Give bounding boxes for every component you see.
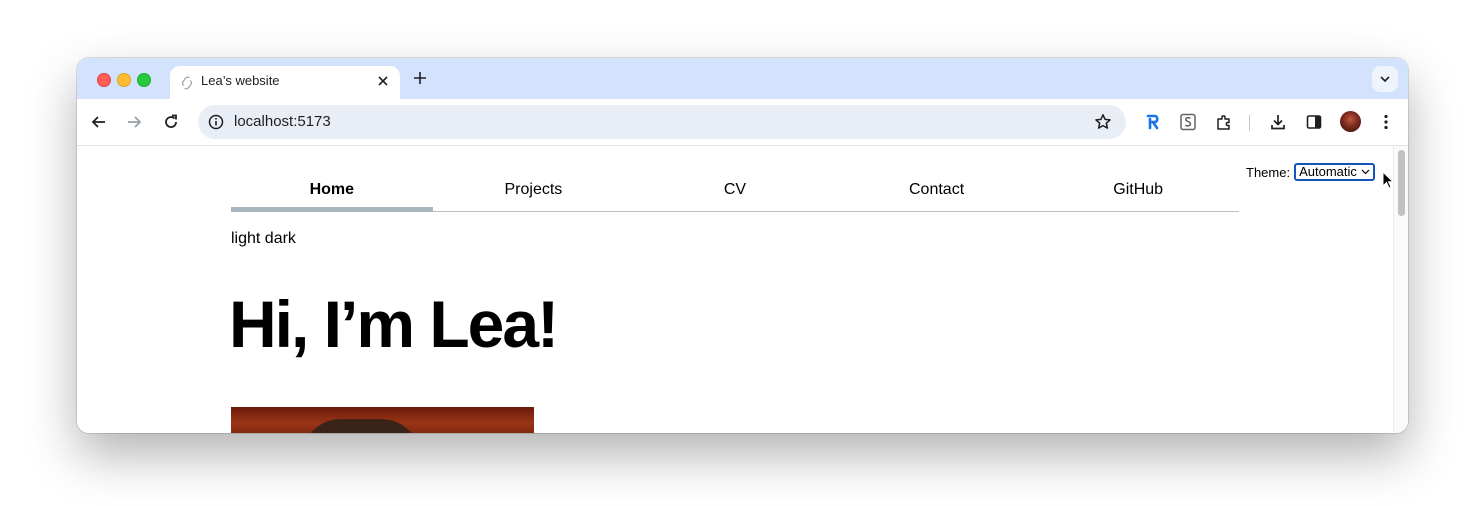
new-tab-icon[interactable]	[413, 71, 427, 85]
download-icon[interactable]	[1269, 113, 1287, 131]
nav-contact[interactable]: Contact	[836, 176, 1038, 211]
browser-toolbar: localhost:5173	[77, 99, 1408, 146]
menu-kebab-icon[interactable]	[1377, 113, 1395, 131]
tab-leas-website[interactable]: Lea’s website	[170, 66, 400, 99]
theme-switcher: Theme: Automatic	[1246, 163, 1375, 181]
site-info-icon[interactable]	[208, 114, 224, 130]
profile-avatar[interactable]	[1340, 111, 1361, 132]
address-bar[interactable]: localhost:5173	[198, 105, 1126, 139]
tab-strip: Lea’s website	[77, 58, 1408, 99]
nav-projects[interactable]: Projects	[433, 176, 635, 211]
extension-s-icon[interactable]	[1179, 113, 1197, 131]
scrollbar-thumb[interactable]	[1398, 150, 1405, 216]
extension-r-icon[interactable]	[1144, 113, 1162, 131]
extensions-puzzle-icon[interactable]	[1215, 113, 1233, 131]
page-scrollbar[interactable]	[1393, 146, 1408, 433]
tab-title: Lea’s website	[201, 73, 280, 88]
side-panel-icon[interactable]	[1305, 113, 1323, 131]
maximize-window-button[interactable]	[137, 73, 151, 87]
nav-cv[interactable]: CV	[634, 176, 836, 211]
close-tab-icon[interactable]	[376, 74, 390, 88]
reload-icon[interactable]	[162, 113, 180, 131]
url-text: localhost:5173	[234, 113, 331, 130]
bookmark-star-icon[interactable]	[1094, 113, 1112, 131]
theme-select[interactable]: Automatic	[1294, 163, 1375, 181]
browser-window: Lea’s website localhost:5173 Theme: Auto…	[77, 58, 1408, 433]
nav-home[interactable]: Home	[231, 176, 433, 212]
minimize-window-button[interactable]	[117, 73, 131, 87]
forward-icon[interactable]	[125, 113, 143, 131]
theme-label: Theme:	[1246, 164, 1291, 180]
chevron-down-icon	[1380, 76, 1390, 83]
tab-search-button[interactable]	[1372, 66, 1398, 92]
site-nav: Home Projects CV Contact GitHub	[231, 176, 1239, 212]
theme-select-value: Automatic	[1299, 164, 1357, 179]
close-window-button[interactable]	[97, 73, 111, 87]
page-title: Hi, I’m Lea!	[229, 287, 559, 361]
mouse-cursor-icon	[1382, 171, 1393, 189]
photo-subject	[301, 419, 421, 433]
back-icon[interactable]	[90, 113, 108, 131]
toolbar-divider	[1249, 115, 1250, 131]
nav-github[interactable]: GitHub	[1037, 176, 1239, 211]
svelte-icon	[181, 76, 193, 90]
profile-photo	[231, 407, 534, 433]
chevron-down-icon	[1361, 169, 1370, 175]
color-scheme-text: light dark	[231, 230, 296, 247]
page-viewport: Theme: Automatic Home Projects CV Contac…	[77, 146, 1393, 433]
